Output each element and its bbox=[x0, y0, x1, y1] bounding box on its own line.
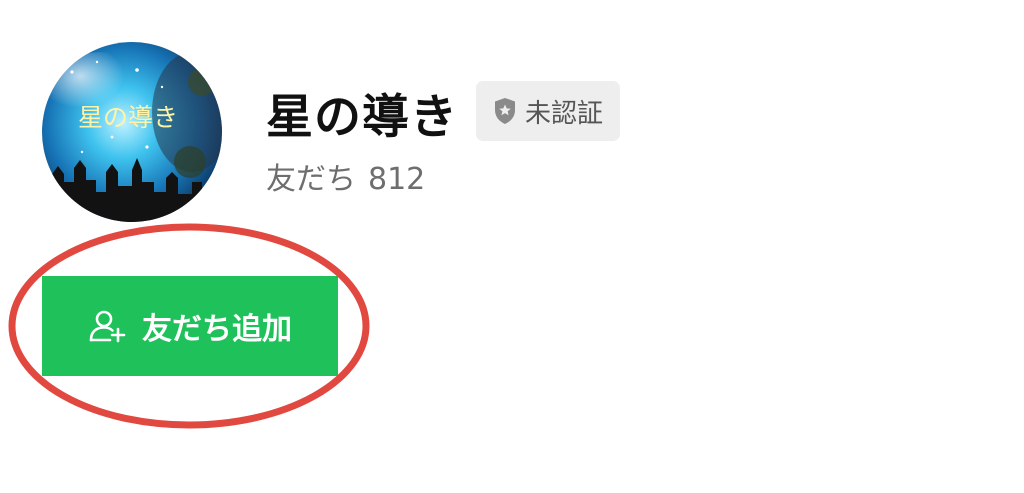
svg-text:星の導き: 星の導き bbox=[78, 103, 178, 132]
friends-label: 友だち bbox=[266, 162, 356, 197]
friends-count-line: 友だち 812 bbox=[266, 154, 425, 198]
user-plus-icon bbox=[89, 310, 126, 343]
account-name: 星の導き bbox=[266, 90, 458, 145]
friends-count: 812 bbox=[368, 162, 426, 197]
profile-page: 星の導き 星の導き 未認証 友だち 812 友だち追加 bbox=[0, 0, 1024, 493]
avatar[interactable]: 星の導き bbox=[42, 42, 222, 222]
add-friend-button[interactable]: 友だち追加 bbox=[42, 276, 338, 376]
verification-badge[interactable]: 未認証 bbox=[476, 81, 620, 141]
shield-star-icon bbox=[494, 98, 515, 124]
add-friend-label: 友だち追加 bbox=[142, 313, 292, 346]
avatar-image: 星の導き bbox=[42, 42, 222, 222]
verification-status-label: 未認証 bbox=[524, 98, 603, 129]
